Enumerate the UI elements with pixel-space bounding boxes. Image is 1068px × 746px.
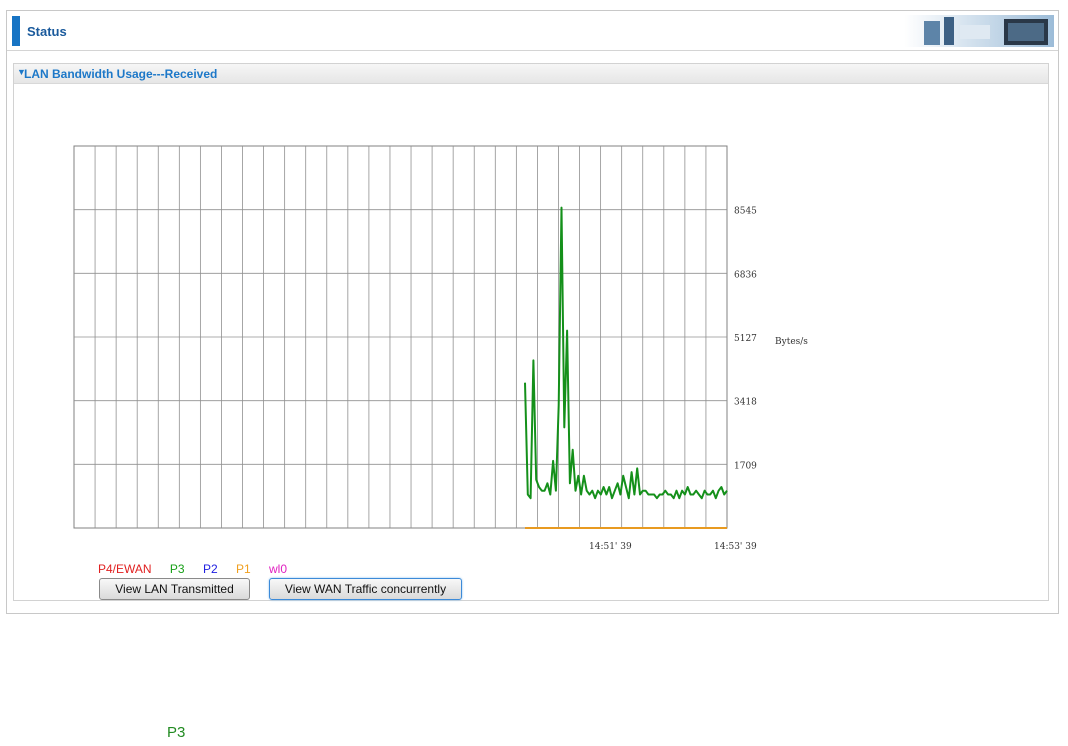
y-tick-label: 3418	[734, 398, 757, 408]
x-tick-label: 14:51' 39	[589, 542, 632, 552]
view-lan-transmitted-button[interactable]: View LAN Transmitted	[99, 578, 250, 600]
legend-item-wl0: wl0	[269, 562, 288, 576]
page-title: Status	[27, 24, 67, 39]
bottom-series-label: P3	[167, 724, 186, 741]
x-tick-label: 14:53' 39	[714, 542, 757, 552]
legend-item-p3: P3	[169, 562, 185, 576]
bandwidth-section: ▼ LAN Bandwidth Usage---Received 1709 341…	[13, 63, 1049, 601]
status-panel: Status ▼ LAN Bandwidth Usage---Received …	[6, 10, 1059, 614]
header-decoration-icon	[904, 15, 1054, 47]
y-tick-label: 6836	[734, 270, 757, 280]
chart-legend: P4/EWAN P3 P2 P1 wl0	[98, 562, 302, 576]
y-tick-label: 5127	[734, 334, 757, 344]
legend-item-p4-ewan: P4/EWAN	[98, 562, 152, 576]
status-header: Status	[7, 11, 1058, 51]
y-tick-label: 8545	[734, 207, 757, 217]
y-axis-label: Bytes/s	[775, 337, 808, 347]
legend-item-p2: P2	[202, 562, 218, 576]
bandwidth-chart: 1709 3418 5127 6836 8545 Bytes/s 14:51' 39 14:5…	[73, 145, 808, 552]
view-wan-traffic-button[interactable]: View WAN Traffic concurrently	[269, 578, 462, 600]
y-tick-label: 1709	[734, 461, 757, 471]
legend-item-p1: P1	[235, 562, 251, 576]
header-accent-bar	[12, 16, 20, 46]
